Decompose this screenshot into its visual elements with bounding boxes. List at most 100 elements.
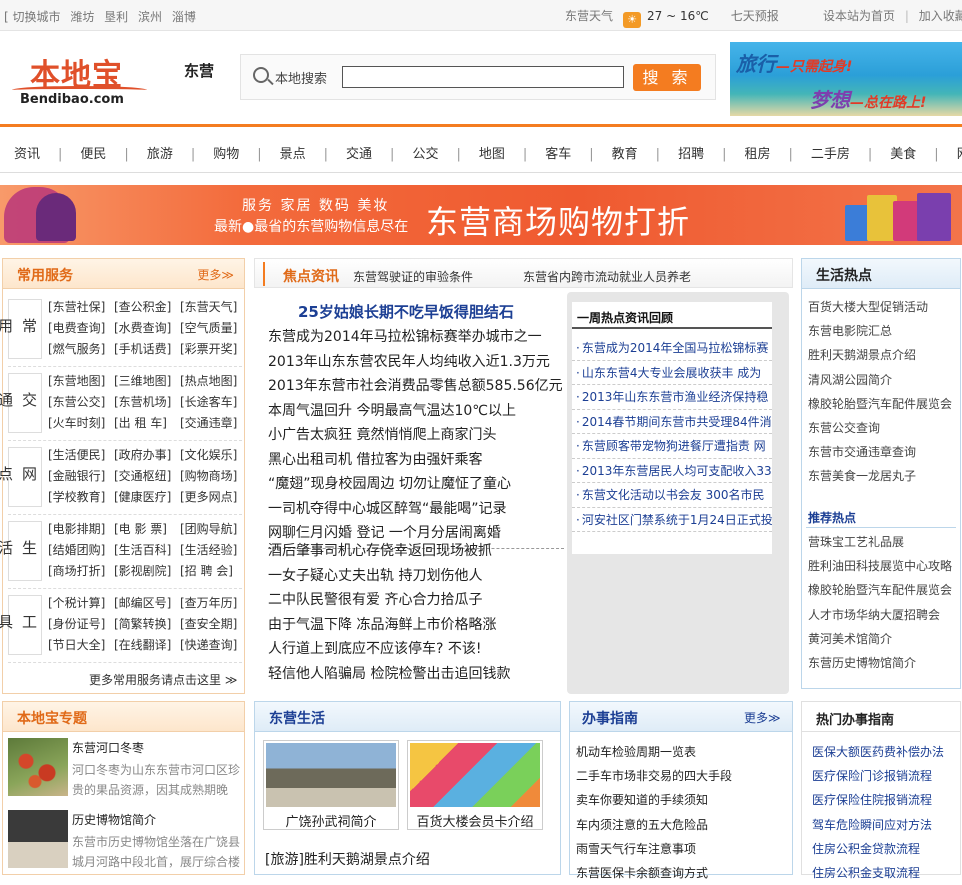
life-hot-item[interactable]: 东营电影院汇总 [808,319,958,343]
nav-link[interactable]: 美食 [890,147,916,162]
service-link[interactable]: [电 影 票] [114,521,180,538]
news-item[interactable]: 2013年山东东营农民年人均纯收入近1.3万元 [268,350,564,375]
service-link[interactable]: [热点地图] [180,373,246,390]
special-item[interactable]: 东营河口冬枣 河口冬枣为山东东营市河口区珍贵的果品资源，因其成熟期晚 [8,738,242,798]
service-link[interactable]: [团购导航] [180,521,246,538]
nav-link[interactable]: 二手房 [811,147,850,162]
nav-link[interactable]: 资讯 [14,147,40,162]
focus-top-link[interactable]: 东营省内跨市流动就业人员养老 [523,268,691,285]
photo-caption[interactable]: 百货大楼会员卡介绍 [410,811,540,830]
service-link[interactable]: [手机话费] [114,341,180,358]
life-hot-item[interactable]: 百货大楼大型促销活动 [808,295,958,319]
nav-link[interactable]: 客车 [545,147,571,162]
nav-link[interactable]: 交通 [346,147,372,162]
current-city[interactable]: 东营 [184,60,214,81]
weekly-news-item[interactable]: 东营顾客带宠物狗进餐厅遭指责 网 [572,434,772,459]
hot-guide-item[interactable]: 驾车危险瞬间应对方法 [812,813,944,837]
service-link[interactable]: [更多网点] [180,489,246,506]
weekly-news-item[interactable]: 河安社区门禁系统于1月24日正式投 [572,508,772,532]
service-link[interactable]: [节日大全] [48,637,114,654]
forecast-link[interactable]: 七天预报 [731,9,779,23]
hot-guide-item[interactable]: 医疗保险门诊报销流程 [812,764,944,788]
service-link[interactable]: [电影排期] [48,521,114,538]
focus-top-link[interactable]: 东营驾驶证的审验条件 [353,268,473,285]
news-item[interactable]: 酒后肇事司机心存侥幸返回现场被抓 [268,539,564,564]
recommend-item[interactable]: 胜利油田科技展览中心攻略 [808,554,958,578]
life-hot-item[interactable]: 胜利天鹅湖景点介绍 [808,343,958,367]
service-link[interactable]: [长途客车] [180,394,246,411]
photo-card[interactable]: 百货大楼会员卡介绍 [407,740,543,830]
weekly-news-item[interactable]: 2013年东营居民人均可支配收入33 [572,459,772,483]
service-link[interactable]: [东营社保] [48,299,114,316]
site-logo[interactable]: 本地宝 Bendibao.com [10,50,150,108]
service-link[interactable]: [招 聘 会] [180,563,246,580]
dongying-life-link[interactable]: [旅游]胜利天鹅湖景点介绍 [265,849,430,869]
hot-guide-item[interactable]: 医疗保险住院报销流程 [812,788,944,812]
news-item[interactable]: 黑心出租司机 借拉客为由强奸乘客 [268,448,564,473]
guide-item[interactable]: 机动车检验周期一览表 [576,740,732,764]
service-link[interactable]: [出 租 车] [114,415,180,432]
photo-caption[interactable]: 广饶孙武祠简介 [266,811,396,830]
service-link[interactable]: [彩票开奖] [180,341,246,358]
service-link[interactable]: [购物商场] [180,468,246,485]
service-link[interactable]: [查安全期] [180,616,246,633]
service-link[interactable]: [查公积金] [114,299,180,316]
service-link[interactable]: [身份证号] [48,616,114,633]
service-link[interactable]: [水费查询] [114,320,180,337]
service-link[interactable]: [影视剧院] [114,563,180,580]
special-item[interactable]: 历史博物馆简介 东营市历史博物馆坐落在广饶县城月河路中段北首，展厅综合楼 [8,810,242,870]
recommend-item[interactable]: 东营历史博物馆简介 [808,651,958,675]
services-more-footer[interactable]: 更多常用服务请点击这里 ≫ [89,671,237,688]
service-link[interactable]: [交通枢纽] [114,468,180,485]
service-link[interactable]: [简繁转换] [114,616,180,633]
service-link[interactable]: [生活便民] [48,447,114,464]
service-link[interactable]: [文化娱乐] [180,447,246,464]
service-link[interactable]: [东营地图] [48,373,114,390]
service-link[interactable]: [交通违章] [180,415,246,432]
recommend-item[interactable]: 橡胶轮胎暨汽车配件展览会 [808,578,958,602]
service-link[interactable]: [东营公交] [48,394,114,411]
service-link[interactable]: [查万年历] [180,595,246,612]
city-link-binzhou[interactable]: 滨州 [138,10,162,24]
news-item[interactable]: 2013年东营市社会消费品零售总额585.56亿元 [268,374,564,399]
add-favorite-link[interactable]: 加入收藏 [919,9,962,23]
service-link[interactable]: [生活经验] [180,542,246,559]
service-link[interactable]: [邮编区号] [114,595,180,612]
service-link[interactable]: [火车时刻] [48,415,114,432]
service-link[interactable]: [东营天气] [180,299,246,316]
nav-link[interactable]: 旅游 [147,147,173,162]
nav-link[interactable]: 公交 [412,147,438,162]
city-link-zibo[interactable]: 淄博 [172,10,196,24]
nav-link[interactable]: 购物 [213,147,239,162]
nav-link[interactable]: 租房 [744,147,770,162]
service-link[interactable]: [学校教育] [48,489,114,506]
life-hot-item[interactable]: 清风湖公园简介 [808,368,958,392]
recommend-item[interactable]: 人才市场华纳大厦招聘会 [808,603,958,627]
guide-item[interactable]: 东营医保卡余额查询方式 [576,861,732,885]
guide-item[interactable]: 雨雪天气行车注意事项 [576,837,732,861]
weekly-news-item[interactable]: 山东东营4大专业会展收获丰 成为 [572,361,772,385]
shopping-banner[interactable]: 服务 家居 数码 美妆 最新●最省的东营购物信息尽在 东营商场购物打折 [0,185,962,245]
search-button[interactable]: 搜 索 [633,64,701,91]
photo-card[interactable]: 广饶孙武祠简介 [263,740,399,830]
service-link[interactable]: [健康医疗] [114,489,180,506]
nav-link[interactable]: 地图 [479,147,505,162]
service-link[interactable]: [结婚团购] [48,542,114,559]
news-item[interactable]: 人行道上到底应不应该停车? 不该! [268,637,564,662]
news-item[interactable]: 一女子疑心丈夫出轨 持刀划伤他人 [268,564,564,589]
weather-label[interactable]: 东营天气 [565,9,613,23]
guide-item[interactable]: 卖车你要知道的手续须知 [576,788,732,812]
hot-guide-item[interactable]: 住房公积金支取流程 [812,861,944,885]
set-home-link[interactable]: 设本站为首页 [823,9,895,23]
nav-link[interactable]: 景点 [280,147,306,162]
service-link[interactable]: [燃气服务] [48,341,114,358]
service-link[interactable]: [三维地图] [114,373,180,390]
weekly-news-item[interactable]: 2014春节期间东营市共受理84件消 [572,410,772,434]
travel-banner[interactable]: 旅行—只需起身! 梦想—总在路上! [730,42,962,116]
city-link-kenli[interactable]: 垦利 [104,10,128,24]
weekly-news-item[interactable]: 东营文化活动以书会友 300名市民 [572,483,772,508]
news-item[interactable]: 一司机夺得中心城区醉驾“最能喝”记录 [268,497,564,522]
recommend-item[interactable]: 营珠宝工艺礼品展 [808,530,958,554]
search-input[interactable] [342,66,624,88]
hot-guide-item[interactable]: 医保大额医药费补偿办法 [812,740,944,764]
